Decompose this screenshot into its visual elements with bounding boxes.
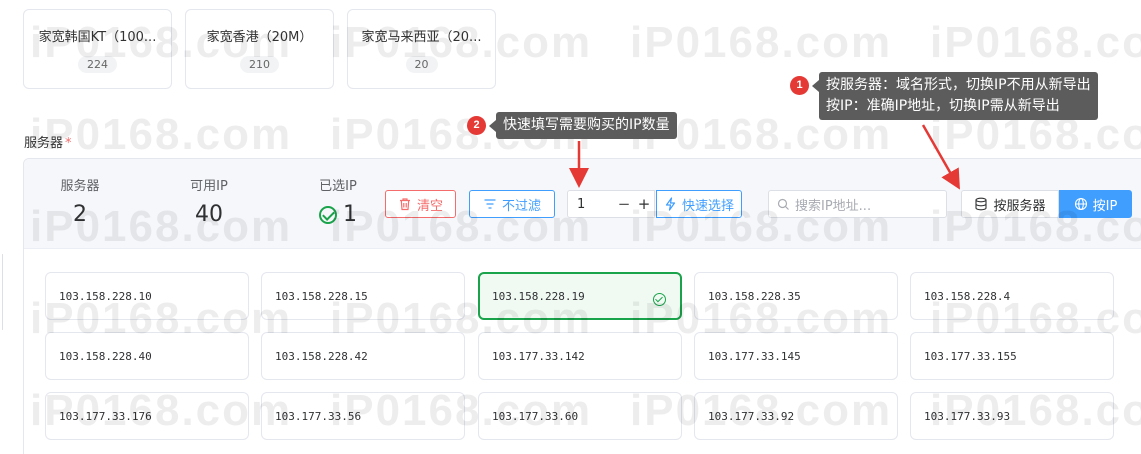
ip-card[interactable]: 103.158.228.42 [261,332,465,380]
required-mark: * [65,136,72,151]
ip-address: 103.177.33.176 [59,409,152,423]
ip-card[interactable]: 103.158.228.10 [45,272,249,320]
ip-address: 103.177.33.155 [924,349,1017,363]
annotation-badge-2: 2 [467,116,486,135]
stat-available-label: 可用IP [190,179,228,194]
lightning-icon [665,197,676,211]
tooltip-pointer-2 [489,120,496,132]
ip-address: 103.158.228.42 [275,349,368,363]
ip-address: 103.177.33.142 [492,349,585,363]
watermark-text: iP0168.com [930,18,1141,67]
quantity-stepper[interactable]: 1 − + [567,190,655,218]
ip-address: 103.158.228.15 [275,289,368,303]
stat-available-value: 40 [195,202,223,227]
ip-address: 103.158.228.4 [924,289,1011,303]
left-edge-divider [0,254,3,330]
stat-servers-value: 2 [73,202,87,227]
stat-servers-label: 服务器 [60,179,100,194]
minus-icon[interactable]: − [614,195,634,213]
search-placeholder: 搜索IP地址... [795,198,872,214]
stat-selected-label: 已选IP [319,179,357,194]
package-name: 家宽香港（20M） [206,30,313,45]
package-card-kr-kt[interactable]: 家宽韩国KT（100... 224 [23,9,172,89]
ip-search-input[interactable]: 搜索IP地址... [768,190,947,218]
ip-address: 103.177.33.92 [708,409,795,423]
annotation-badge-1: 1 [790,76,809,95]
section-label-text: 服务器 [24,136,64,151]
quick-select-label: 快速选择 [681,198,734,214]
package-count-badge: 20 [405,56,438,73]
package-count-badge: 224 [78,56,117,73]
package-name: 家宽马来西亚（20... [361,30,482,45]
ip-card[interactable]: 103.177.33.155 [910,332,1114,380]
quantity-value[interactable]: 1 [568,197,614,212]
ip-address: 103.158.228.10 [59,289,152,303]
stat-selected-value: 1 [343,202,357,227]
globe-icon [1074,197,1087,211]
ip-card[interactable]: 103.177.33.145 [694,332,898,380]
ip-card[interactable]: 103.177.33.176 [45,392,249,440]
by-ip-label: 按IP [1092,198,1118,214]
filter-button-label: 不过滤 [501,198,541,214]
stat-servers: 服务器 2 [58,175,102,227]
package-count-badge: 210 [240,56,279,73]
package-card-hk[interactable]: 家宽香港（20M） 210 [185,9,334,89]
by-server-toggle[interactable]: 按服务器 [961,190,1059,218]
ip-address: 103.158.228.40 [59,349,152,363]
by-server-label: 按服务器 [993,198,1046,214]
ip-card[interactable]: 103.177.33.60 [478,392,682,440]
tooltip-pointer-1 [812,80,819,92]
ip-address: 103.158.228.35 [708,289,801,303]
stat-selected: 已选IP 1 [316,175,360,227]
package-card-my[interactable]: 家宽马来西亚（20... 20 [347,9,496,89]
ip-card[interactable]: 103.158.228.35 [694,272,898,320]
clear-button-label: 清空 [416,198,443,214]
ip-address: 103.158.228.19 [492,289,585,303]
stat-selected-row: 1 [316,202,360,227]
tooltip-1-line2: 按IP：准确IP地址，切换IP需从新导出 [826,98,1060,114]
clear-button[interactable]: 清空 [385,190,456,218]
tooltip-1-line1: 按服务器：域名形式，切换IP不用从新导出 [826,77,1091,93]
filter-icon [484,199,496,209]
ip-card[interactable]: 103.158.228.19 [478,272,682,320]
servers-section-label: 服务器 * [24,132,72,151]
ip-card[interactable]: 103.177.33.92 [694,392,898,440]
filter-button[interactable]: 不过滤 [469,190,555,218]
search-icon [777,198,789,210]
stat-available: 可用IP 40 [187,175,231,227]
check-circle-icon [319,205,337,224]
ip-card[interactable]: 103.177.33.142 [478,332,682,380]
database-icon [975,197,988,211]
ip-card[interactable]: 103.177.33.56 [261,392,465,440]
trash-icon [399,198,410,211]
ip-address: 103.177.33.93 [924,409,1011,423]
ip-address: 103.177.33.56 [275,409,362,423]
annotation-tooltip-2: 快速填写需要购买的IP数量 [496,112,677,139]
ip-card[interactable]: 103.158.228.15 [261,272,465,320]
watermark-text: iP0168.com [630,18,893,67]
ip-card[interactable]: 103.158.228.4 [910,272,1114,320]
ip-address: 103.177.33.145 [708,349,801,363]
ip-address: 103.177.33.60 [492,409,579,423]
by-ip-toggle[interactable]: 按IP [1059,190,1132,218]
ip-card[interactable]: 103.158.228.40 [45,332,249,380]
check-circle-icon [653,293,666,306]
selection-toolbar: 服务器 2 可用IP 40 已选IP 1 清空 不过滤 1 − + 快速选择 搜… [24,159,1141,249]
annotation-tooltip-1: 按服务器：域名形式，切换IP不用从新导出 按IP：准确IP地址，切换IP需从新导… [819,72,1098,120]
quick-select-button[interactable]: 快速选择 [656,190,742,218]
ip-card[interactable]: 103.177.33.93 [910,392,1114,440]
package-name: 家宽韩国KT（100... [38,30,157,45]
plus-icon[interactable]: + [634,195,654,213]
